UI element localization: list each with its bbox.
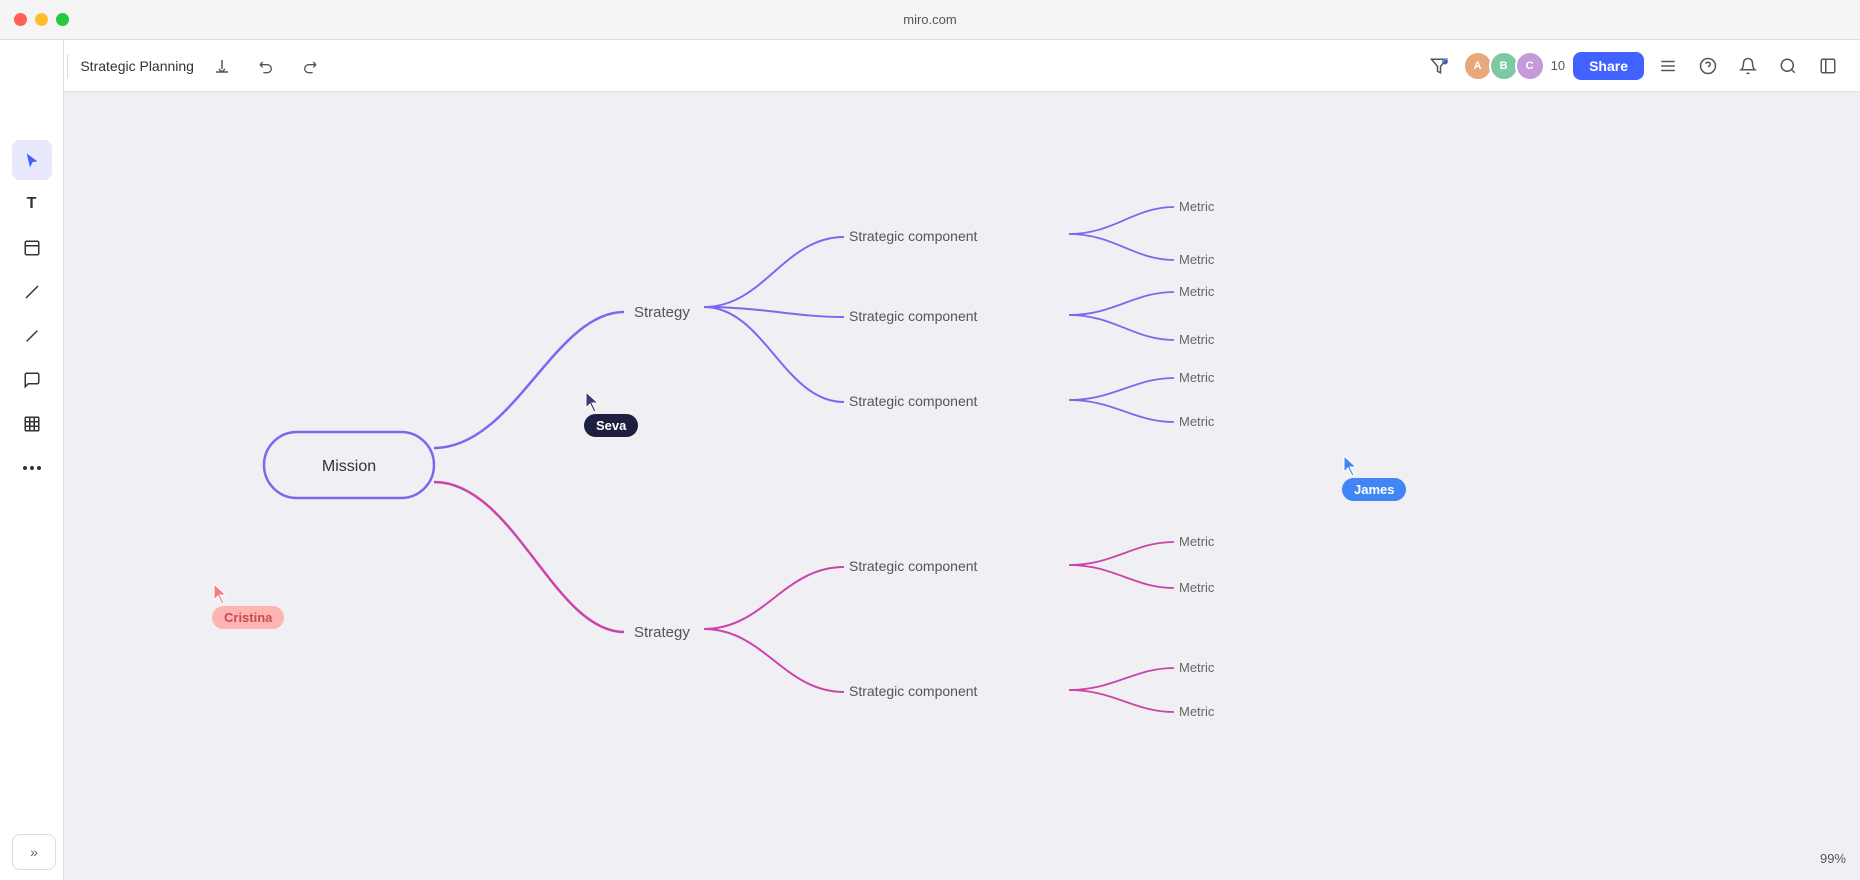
maximize-button[interactable] [56, 13, 69, 26]
left-toolbar: T [0, 40, 64, 880]
more-tools-button[interactable] [12, 448, 52, 488]
svg-text:Strategic component: Strategic component [849, 228, 978, 244]
window-title: miro.com [903, 12, 956, 27]
collaborators-list: A B C 10 [1463, 51, 1565, 81]
header-right: ✓ A B C 10 Share [1423, 50, 1844, 82]
svg-text:Strategic component: Strategic component [849, 393, 978, 409]
settings-button[interactable] [1652, 50, 1684, 82]
svg-text:Mission: Mission [322, 458, 376, 475]
notifications-button[interactable] [1732, 50, 1764, 82]
mindmap-svg: Mission Strategy Strategic component Str… [64, 92, 1860, 880]
app-header: miro Strategic Planning ✓ A B C [0, 40, 1860, 92]
text-tool[interactable]: T [12, 184, 52, 224]
svg-text:Metric: Metric [1179, 704, 1215, 719]
svg-text:✓: ✓ [1443, 59, 1447, 64]
line-tool[interactable] [12, 316, 52, 356]
svg-text:Metric: Metric [1179, 284, 1215, 299]
filter-button[interactable]: ✓ [1423, 50, 1455, 82]
minimize-button[interactable] [35, 13, 48, 26]
svg-text:Metric: Metric [1179, 199, 1215, 214]
select-tool[interactable] [12, 140, 52, 180]
svg-text:Metric: Metric [1179, 332, 1215, 347]
expand-panel[interactable]: » [12, 834, 56, 870]
sidebar-toggle-button[interactable] [1812, 50, 1844, 82]
title-bar: miro.com [0, 0, 1860, 40]
svg-text:Metric: Metric [1179, 660, 1215, 675]
svg-text:Metric: Metric [1179, 370, 1215, 385]
redo-button[interactable] [294, 50, 326, 82]
export-button[interactable] [206, 50, 238, 82]
svg-text:Metric: Metric [1179, 534, 1215, 549]
shape-tool[interactable] [12, 272, 52, 312]
svg-text:Strategic component: Strategic component [849, 308, 978, 324]
avatar-3: C [1515, 51, 1545, 81]
board-title[interactable]: Strategic Planning [80, 58, 194, 74]
search-button[interactable] [1772, 50, 1804, 82]
collab-count: 10 [1551, 58, 1565, 73]
canvas[interactable]: Mission Strategy Strategic component Str… [64, 92, 1860, 880]
expand-icon: » [30, 844, 38, 860]
share-button[interactable]: Share [1573, 52, 1644, 80]
traffic-lights [14, 13, 69, 26]
svg-text:Strategy: Strategy [634, 624, 690, 641]
header-divider [67, 54, 68, 78]
help-button[interactable] [1692, 50, 1724, 82]
svg-text:Strategic component: Strategic component [849, 558, 978, 574]
svg-text:Metric: Metric [1179, 252, 1215, 267]
close-button[interactable] [14, 13, 27, 26]
frame-tool[interactable] [12, 404, 52, 444]
undo-button[interactable] [250, 50, 282, 82]
zoom-indicator: 99% [1820, 851, 1846, 866]
svg-text:Strategic component: Strategic component [849, 683, 978, 699]
comment-tool[interactable] [12, 360, 52, 400]
sticky-note-tool[interactable] [12, 228, 52, 268]
svg-text:Strategy: Strategy [634, 304, 690, 321]
svg-text:Metric: Metric [1179, 414, 1215, 429]
svg-text:Metric: Metric [1179, 580, 1215, 595]
